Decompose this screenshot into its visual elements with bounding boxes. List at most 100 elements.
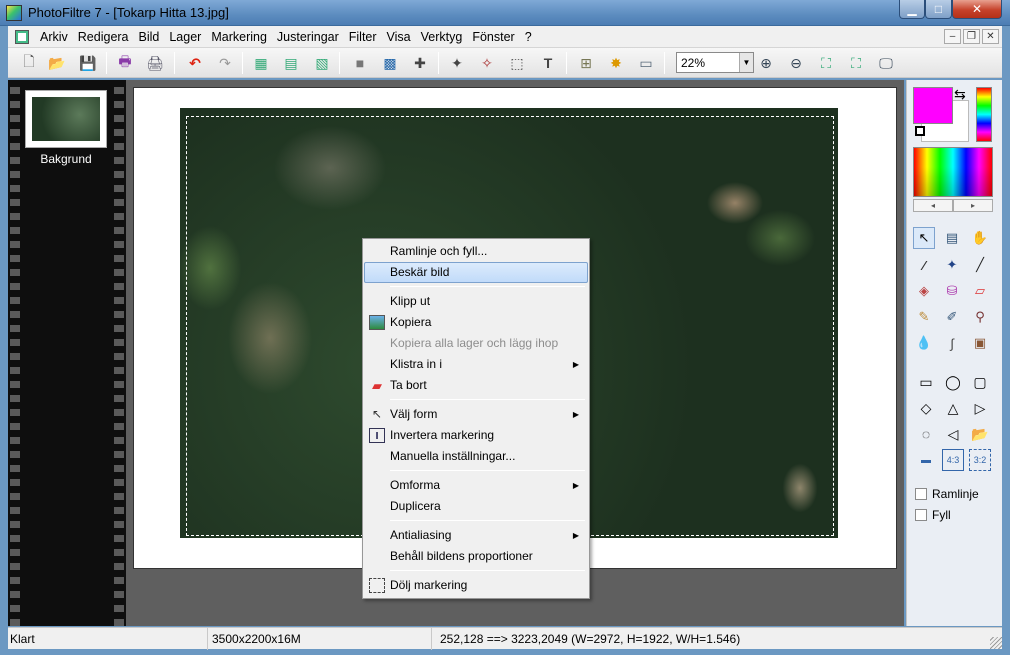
open-folder-icon[interactable]: 📂 bbox=[46, 52, 68, 74]
aspect-32-icon[interactable]: 3:2 bbox=[969, 449, 991, 471]
menu-markering[interactable]: Markering bbox=[206, 26, 272, 48]
blur-tool-icon[interactable]: 💧 bbox=[913, 332, 935, 354]
save-icon[interactable]: 💾 bbox=[77, 52, 99, 74]
menu-help[interactable]: ? bbox=[520, 26, 537, 48]
menu-fonster[interactable]: Fönster bbox=[467, 26, 519, 48]
menu-item-delete[interactable]: ▰ Ta bort bbox=[365, 375, 587, 396]
figure-c-icon[interactable]: ✧ bbox=[476, 52, 498, 74]
menu-redigera[interactable]: Redigera bbox=[73, 26, 134, 48]
chevron-down-icon[interactable]: ▼ bbox=[739, 53, 753, 72]
menu-item-duplicate[interactable]: Duplicera bbox=[365, 496, 587, 517]
menu-item-crop-image[interactable]: Beskär bild bbox=[364, 262, 588, 283]
menu-item-antialiasing[interactable]: Antialiasing ▶ bbox=[365, 525, 587, 546]
aspect-free-icon[interactable]: ▬ bbox=[915, 449, 937, 471]
layer-thumbnail[interactable] bbox=[25, 90, 107, 148]
menu-item-choose-shape[interactable]: ↖ Välj form ▶ bbox=[365, 404, 587, 425]
hand-tool-icon[interactable]: ✋ bbox=[969, 227, 991, 249]
menu-item-cut[interactable]: Klipp ut bbox=[365, 291, 587, 312]
brush-tool-icon[interactable]: ✎ bbox=[913, 306, 935, 328]
selection-icon[interactable]: ⬚ bbox=[506, 52, 528, 74]
open-shape-icon[interactable]: 📂 bbox=[969, 423, 991, 445]
magic-wand-tool-icon[interactable]: ✦ bbox=[941, 254, 963, 276]
resize-grip[interactable] bbox=[990, 637, 1002, 649]
menu-verktyg[interactable]: Verktyg bbox=[416, 26, 468, 48]
menu-filter[interactable]: Filter bbox=[344, 26, 382, 48]
document-close-button[interactable]: ✕ bbox=[982, 29, 999, 44]
zoom-select[interactable]: 22% ▼ bbox=[676, 52, 754, 73]
swap-colors-icon[interactable]: ⇆ bbox=[954, 86, 966, 103]
fill-checkbox[interactable]: Fyll bbox=[915, 507, 995, 523]
status-text: Klart bbox=[8, 628, 208, 650]
image-a-icon[interactable]: ▦ bbox=[250, 52, 272, 74]
palette-prev-button[interactable]: ◂ bbox=[913, 199, 953, 212]
pointer-tool-icon[interactable]: ↖ bbox=[913, 227, 935, 249]
gray-square-icon[interactable]: ■ bbox=[349, 52, 371, 74]
menu-item-outline-fill[interactable]: Ramlinje och fyll... bbox=[365, 241, 587, 262]
menu-item-paste-into[interactable]: Klistra in i ▶ bbox=[365, 354, 587, 375]
outline-checkbox[interactable]: Ramlinje bbox=[915, 486, 995, 502]
close-button[interactable]: ✕ bbox=[952, 0, 1002, 19]
menu-item-invert-selection[interactable]: I Invertera markering bbox=[365, 425, 587, 446]
tree-icon[interactable]: ⊞ bbox=[575, 52, 597, 74]
reset-colors-icon[interactable] bbox=[915, 126, 925, 136]
menu-item-label: Invertera markering bbox=[390, 428, 495, 442]
foreground-color-swatch[interactable] bbox=[913, 87, 953, 124]
fit-b-icon[interactable]: ⛶ bbox=[845, 52, 867, 74]
toolbar-separator bbox=[438, 52, 439, 74]
triangle-shape-icon[interactable]: △ bbox=[942, 397, 964, 419]
puzzle-icon[interactable]: ✸ bbox=[605, 52, 627, 74]
advanced-brush-tool-icon[interactable]: ✐ bbox=[941, 306, 963, 328]
menu-item-hide-selection[interactable]: Dölj markering bbox=[365, 575, 587, 596]
fit-icon[interactable]: ⛶ bbox=[815, 52, 837, 74]
line-tool-icon[interactable]: ╱ bbox=[969, 254, 991, 276]
spray-tool-icon[interactable]: ⛁ bbox=[941, 280, 963, 302]
ellipse-shape-icon[interactable]: ◯ bbox=[942, 371, 964, 393]
figure-icon[interactable]: ✚ bbox=[409, 52, 431, 74]
rounded-rect-shape-icon[interactable]: ▢ bbox=[969, 371, 991, 393]
figure-b-icon[interactable]: ✦ bbox=[446, 52, 468, 74]
menu-bild[interactable]: Bild bbox=[134, 26, 165, 48]
menu-item-transform[interactable]: Omforma ▶ bbox=[365, 475, 587, 496]
color-grid-icon[interactable]: ▩ bbox=[379, 52, 401, 74]
color-palette[interactable] bbox=[913, 147, 993, 197]
redo-icon[interactable]: ↷ bbox=[214, 52, 236, 74]
new-file-icon[interactable]: 🗋 bbox=[18, 52, 40, 74]
menu-arkiv[interactable]: Arkiv bbox=[35, 26, 73, 48]
text-tool-icon[interactable]: T bbox=[537, 52, 559, 74]
zoom-out-icon[interactable]: ⊖ bbox=[785, 52, 807, 74]
right-triangle-shape-icon[interactable]: ▷ bbox=[969, 397, 991, 419]
monitor-icon[interactable]: 🖵 bbox=[875, 52, 897, 74]
window-icon[interactable]: ▭ bbox=[635, 52, 657, 74]
scan-icon[interactable]: 🖨 bbox=[144, 52, 166, 74]
stamp-tool-icon[interactable]: ⚲ bbox=[969, 306, 991, 328]
eyedropper-tool-icon[interactable]: ⁄ bbox=[913, 254, 935, 276]
polygon-shape-icon[interactable]: ◁ bbox=[942, 423, 964, 445]
fill-tool-icon[interactable]: ◈ bbox=[913, 280, 935, 302]
undo-icon[interactable]: ↶ bbox=[184, 52, 206, 74]
document-minimize-button[interactable]: – bbox=[944, 29, 961, 44]
menu-justeringar[interactable]: Justeringar bbox=[272, 26, 344, 48]
menu-visa[interactable]: Visa bbox=[382, 26, 416, 48]
maximize-button[interactable]: □ bbox=[925, 0, 952, 19]
document-restore-button[interactable]: ❐ bbox=[963, 29, 980, 44]
image-b-icon[interactable]: ▤ bbox=[280, 52, 302, 74]
menu-item-copy[interactable]: Kopiera bbox=[365, 312, 587, 333]
lasso-shape-icon[interactable]: ◌ bbox=[915, 423, 937, 445]
menu-lager[interactable]: Lager bbox=[164, 26, 206, 48]
zoom-in-icon[interactable]: ⊕ bbox=[755, 52, 777, 74]
image-c-icon[interactable]: ▧ bbox=[311, 52, 333, 74]
eraser-tool-icon[interactable]: ▱ bbox=[969, 280, 991, 302]
minimize-button[interactable]: ▁ bbox=[899, 0, 925, 19]
selection-tool-icon[interactable]: ▤ bbox=[941, 227, 963, 249]
menu-item-keep-proportions[interactable]: Behåll bildens proportioner bbox=[365, 546, 587, 567]
smudge-tool-icon[interactable]: ∫ bbox=[941, 332, 963, 354]
diamond-shape-icon[interactable]: ◇ bbox=[915, 397, 937, 419]
document-icon[interactable] bbox=[15, 29, 29, 44]
clone-tool-icon[interactable]: ▣ bbox=[969, 332, 991, 354]
rectangle-shape-icon[interactable]: ▭ bbox=[915, 371, 937, 393]
aspect-43-icon[interactable]: 4:3 bbox=[942, 449, 964, 471]
print-icon[interactable]: 🖶 bbox=[114, 52, 136, 74]
menu-item-manual-settings[interactable]: Manuella inställningar... bbox=[365, 446, 587, 467]
hue-strip[interactable] bbox=[976, 87, 992, 142]
palette-next-button[interactable]: ▸ bbox=[953, 199, 993, 212]
